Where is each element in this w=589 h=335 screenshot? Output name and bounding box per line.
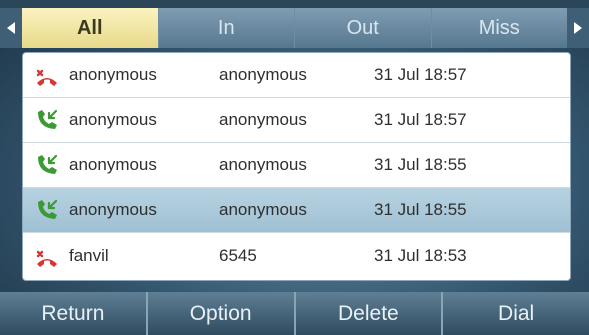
triangle-right-icon [574,22,582,34]
top-strip [0,0,589,8]
call-row[interactable]: fanvil 6545 31 Jul 18:53 [23,233,570,278]
call-time: 31 Jul 18:57 [374,65,467,84]
tab-bar: All In Out Miss [0,8,589,48]
call-log-list: anonymous anonymous 31 Jul 18:57 anonymo… [22,52,571,281]
call-time: 31 Jul 18:53 [374,245,467,265]
call-time: 31 Jul 18:55 [374,200,467,219]
call-row[interactable]: anonymous anonymous 31 Jul 18:57 [23,98,570,143]
call-type-icon [33,106,61,134]
call-name: anonymous [69,155,157,174]
call-type-icon [33,196,61,224]
call-name: fanvil [69,245,109,265]
call-number: anonymous [219,110,307,129]
call-time: 31 Jul 18:57 [374,110,467,129]
call-name: anonymous [69,200,157,219]
call-name: anonymous [69,110,157,129]
tab-out[interactable]: Out [295,8,432,48]
return-button[interactable]: Return [0,292,148,335]
received-call-icon [38,199,58,219]
call-number: anonymous [219,200,307,219]
tab-all[interactable]: All [22,8,159,48]
call-row[interactable]: anonymous anonymous 31 Jul 18:57 [23,53,570,98]
missed-call-icon [36,69,57,86]
call-row[interactable]: anonymous anonymous 31 Jul 18:55 [23,188,570,233]
softkey-bar: Return Option Delete Dial [0,292,589,335]
tab-miss[interactable]: Miss [431,8,567,48]
call-name: anonymous [69,65,157,84]
missed-call-icon [36,250,57,267]
tabs: All In Out Miss [22,8,567,48]
scroll-left-arrow[interactable] [0,8,22,48]
tab-in[interactable]: In [158,8,295,48]
call-number: anonymous [219,155,307,174]
call-row[interactable]: anonymous anonymous 31 Jul 18:55 [23,143,570,188]
delete-button[interactable]: Delete [296,292,444,335]
dial-button[interactable]: Dial [443,292,589,335]
call-type-icon [33,61,61,89]
triangle-left-icon [7,22,15,34]
received-call-icon [38,154,58,174]
call-number: 6545 [219,245,257,265]
call-number: anonymous [219,65,307,84]
option-button[interactable]: Option [148,292,296,335]
scroll-right-arrow[interactable] [567,8,589,48]
call-type-icon [33,242,61,270]
call-time: 31 Jul 18:55 [374,155,467,174]
call-type-icon [33,151,61,179]
received-call-icon [38,109,58,129]
